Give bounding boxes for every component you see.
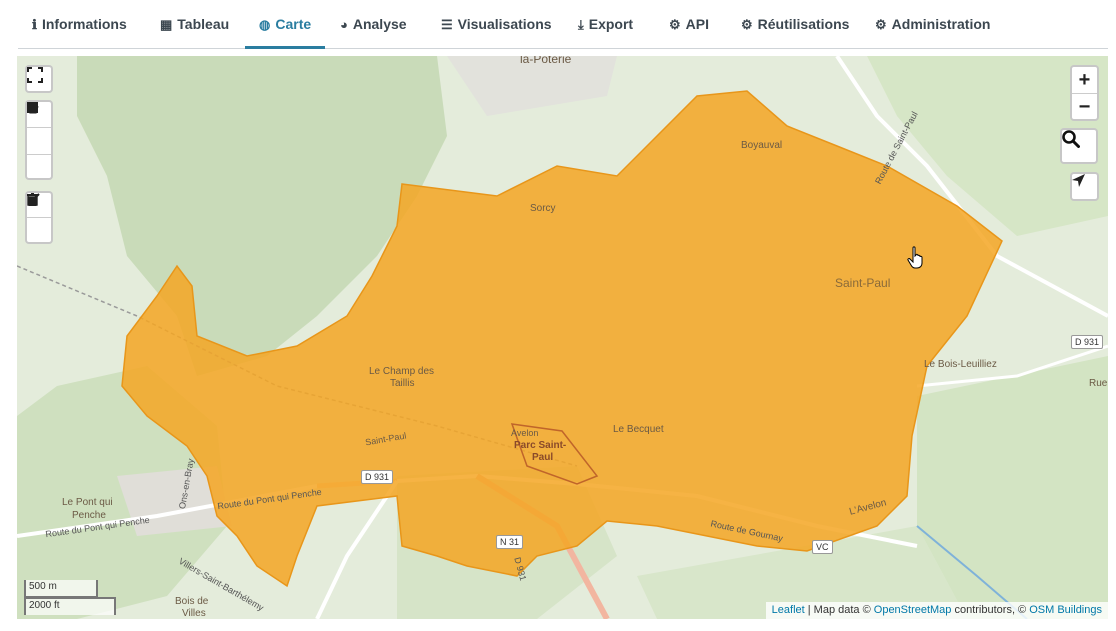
place-label: Le Pont qui bbox=[62, 497, 113, 508]
fullscreen-control bbox=[25, 65, 53, 93]
attribution-text: contributors, © bbox=[951, 604, 1030, 616]
locate-button[interactable] bbox=[1072, 174, 1097, 199]
zoom-in-button[interactable]: + bbox=[1072, 67, 1097, 94]
tab-administration[interactable]: ⚙ Administration bbox=[875, 0, 990, 48]
tab-label: Tableau bbox=[177, 16, 230, 32]
map-container[interactable]: la-Poterie Boyauval Sorcy Saint-Paul Le … bbox=[17, 56, 1108, 619]
place-label: Le Champ des bbox=[369, 366, 435, 377]
hand-cursor-icon bbox=[907, 246, 923, 269]
park-label: Paul bbox=[532, 452, 554, 463]
place-label: Le Bois-Leuilliez bbox=[924, 359, 997, 370]
tab-label: Administration bbox=[891, 16, 991, 32]
tab-api[interactable]: ⚙ API bbox=[669, 0, 709, 48]
scale-imperial: 2000 ft bbox=[24, 597, 116, 615]
delete-layers-button[interactable] bbox=[27, 193, 51, 243]
tab-analyse[interactable]: ◕ Analyse bbox=[340, 0, 407, 48]
zoom-out-button[interactable]: − bbox=[1072, 94, 1097, 120]
tab-label: Carte bbox=[275, 16, 312, 32]
tab-reutilisations[interactable]: ⚙ Réutilisations bbox=[741, 0, 849, 48]
scale-metric: 500 m bbox=[24, 580, 98, 598]
map-attribution: Leaflet | Map data © OpenStreetMap contr… bbox=[765, 602, 1108, 619]
cogs-icon: ⚙ bbox=[741, 16, 753, 32]
road-shield: N 31 bbox=[496, 535, 524, 549]
place-label: Villes bbox=[182, 608, 206, 619]
park-label: Parc Saint- bbox=[514, 440, 567, 451]
cogs-icon: ⚙ bbox=[669, 16, 681, 32]
circle-icon bbox=[27, 102, 38, 113]
tab-label: Analyse bbox=[352, 16, 407, 32]
place-label: Sorcy bbox=[530, 203, 556, 214]
osm-buildings-link[interactable]: OSM Buildings bbox=[1029, 604, 1102, 616]
openstreetmap-link[interactable]: OpenStreetMap bbox=[874, 604, 952, 616]
tab-label: Informations bbox=[41, 16, 127, 32]
list-icon: ☰ bbox=[441, 16, 453, 32]
place-label: la-Poterie bbox=[520, 56, 572, 66]
draw-rectangle-button[interactable] bbox=[27, 102, 51, 155]
info-circle-icon: ℹ bbox=[32, 16, 37, 32]
road-shield: VC bbox=[812, 540, 833, 554]
edit-toolbar bbox=[25, 191, 53, 244]
tab-label: API bbox=[685, 16, 709, 32]
search-button[interactable] bbox=[1062, 130, 1096, 162]
table-icon: ▦ bbox=[160, 16, 173, 32]
place-label: Taillis bbox=[390, 378, 415, 389]
place-label: Le Becquet bbox=[613, 424, 664, 435]
road-shield: D 931 bbox=[1071, 335, 1104, 349]
place-label: Penche bbox=[72, 510, 106, 521]
draw-toolbar bbox=[25, 100, 53, 180]
zoom-control: + − bbox=[1070, 65, 1099, 121]
map-base-layer[interactable] bbox=[17, 56, 1108, 619]
location-arrow-icon bbox=[1072, 174, 1085, 187]
trash-icon bbox=[27, 193, 38, 206]
tab-visualisations[interactable]: ☰ Visualisations bbox=[441, 0, 552, 48]
tab-export[interactable]: ⤓ Export bbox=[578, 0, 633, 48]
place-label: Saint-Paul bbox=[835, 276, 891, 290]
cogs-icon: ⚙ bbox=[875, 16, 887, 32]
globe-icon: ◍ bbox=[259, 16, 271, 32]
locate-control bbox=[1070, 172, 1099, 201]
pie-chart-icon: ◕ bbox=[340, 16, 348, 32]
place-label: Avelon bbox=[511, 428, 539, 438]
tab-label: Visualisations bbox=[457, 16, 552, 32]
tab-informations[interactable]: ℹ Informations bbox=[32, 0, 127, 48]
download-icon: ⤓ bbox=[578, 16, 584, 32]
place-label: Boyauval bbox=[741, 140, 783, 151]
place-label: Bois de bbox=[175, 596, 209, 607]
tab-bar: ℹ Informations ▦ Tableau ◍ Carte ◕ Analyse ☰… bbox=[18, 0, 1108, 49]
attribution-text: | Map data © bbox=[804, 604, 874, 616]
tab-tableau[interactable]: ▦ Tableau bbox=[160, 0, 229, 48]
tab-label: Réutilisations bbox=[757, 16, 850, 32]
leaflet-link[interactable]: Leaflet bbox=[772, 604, 805, 616]
place-label: Rue bbox=[1089, 378, 1108, 389]
road-shield: D 931 bbox=[361, 470, 394, 484]
tab-label: Export bbox=[588, 16, 634, 32]
search-icon bbox=[1062, 130, 1080, 148]
fullscreen-button[interactable] bbox=[27, 67, 51, 91]
fullscreen-icon bbox=[27, 67, 43, 83]
tab-carte[interactable]: ◍ Carte bbox=[244, 0, 326, 49]
search-control bbox=[1060, 128, 1098, 164]
draw-circle-button[interactable] bbox=[27, 102, 51, 180]
